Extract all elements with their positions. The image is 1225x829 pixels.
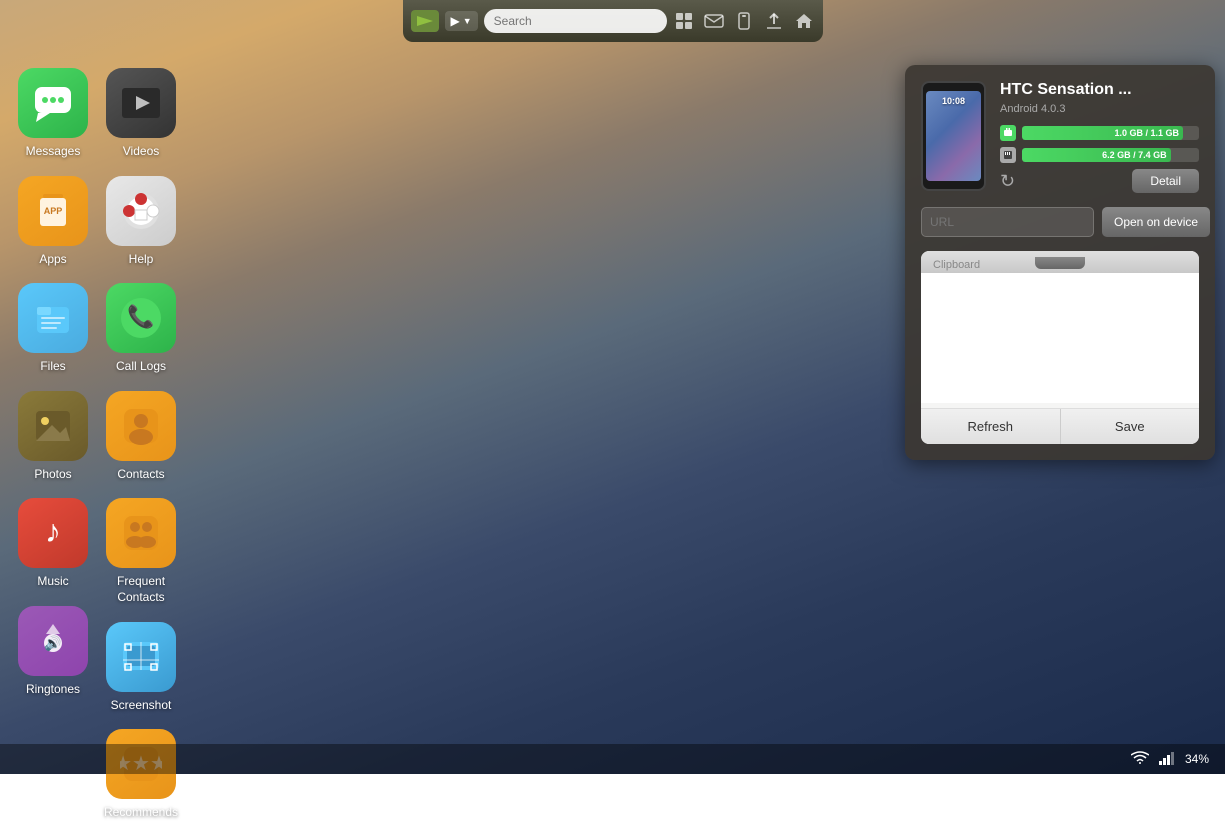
clipboard-label: Clipboard <box>933 259 980 271</box>
grid-icon[interactable] <box>673 10 695 32</box>
recommends-label: Recommends <box>104 805 178 821</box>
toolbar: ▶ ▼ <box>403 0 823 42</box>
clipboard-textarea[interactable] <box>921 273 1199 403</box>
frequentcontacts-label: Frequent Contacts <box>117 574 165 605</box>
wifi-icon <box>1131 751 1149 768</box>
files-icon <box>18 283 88 353</box>
clipboard-clip <box>1035 257 1085 269</box>
store-icon: ▶ <box>451 14 460 28</box>
svg-text:🔊: 🔊 <box>44 634 61 652</box>
ringtones-icon: 🔊 <box>18 606 88 676</box>
app-item-photos[interactable]: Photos <box>10 383 96 491</box>
device-info: 10:08 HTC Sensation ... Android 4.0.3 1.… <box>921 81 1199 193</box>
app-item-music[interactable]: ♪ Music <box>10 490 96 598</box>
clipboard-actions: Refresh Save <box>921 408 1199 444</box>
app-item-videos[interactable]: Videos <box>96 60 186 168</box>
clipboard-section: Clipboard Refresh Save <box>921 251 1199 444</box>
app-col-1: Messages APP Apps <box>10 60 96 829</box>
open-on-device-button[interactable]: Open on device <box>1102 207 1210 237</box>
screenshot-icon <box>106 622 176 692</box>
svg-text:📞: 📞 <box>127 302 155 329</box>
sd-bar-container: 6.2 GB / 7.4 GB <box>1022 148 1199 162</box>
calllogs-icon: 📞 <box>106 283 176 353</box>
device-name: HTC Sensation ... <box>1000 81 1199 99</box>
videos-label: Videos <box>123 144 159 160</box>
app-col-2: Videos Help <box>96 60 186 829</box>
app-columns: Messages APP Apps <box>10 60 186 829</box>
app-item-ringtones[interactable]: 🔊 Ringtones <box>10 598 96 706</box>
phone-icon[interactable] <box>733 10 755 32</box>
clipboard-header: Clipboard <box>921 251 1199 273</box>
ram-bar: 1.0 GB / 1.1 GB <box>1022 126 1183 140</box>
device-screen: 10:08 <box>926 91 981 181</box>
store-dropdown-icon: ▼ <box>463 16 472 26</box>
search-input[interactable] <box>484 9 667 33</box>
refresh-button[interactable]: Refresh <box>921 409 1061 444</box>
device-refresh-icon[interactable]: ↻ <box>1000 171 1015 192</box>
status-bar: 34% <box>0 744 1225 774</box>
home-icon[interactable] <box>793 10 815 32</box>
messages-label: Messages <box>26 144 81 160</box>
svg-text:♪: ♪ <box>45 513 61 549</box>
detail-button[interactable]: Detail <box>1132 169 1199 193</box>
store-button[interactable]: ▶ ▼ <box>445 11 478 31</box>
device-os: Android 4.0.3 <box>1000 103 1199 115</box>
sd-bar: 6.2 GB / 7.4 GB <box>1022 148 1171 162</box>
calllogs-label: Call Logs <box>116 359 166 375</box>
battery-level: 34% <box>1185 752 1209 766</box>
music-label: Music <box>37 574 68 590</box>
contacts-icon <box>106 391 176 461</box>
ram-storage-row: 1.0 GB / 1.1 GB <box>1000 125 1199 141</box>
photos-label: Photos <box>34 467 71 483</box>
photos-icon <box>18 391 88 461</box>
videos-icon <box>106 68 176 138</box>
device-details: HTC Sensation ... Android 4.0.3 1.0 GB /… <box>1000 81 1199 193</box>
url-input[interactable] <box>921 207 1094 237</box>
app-item-files[interactable]: Files <box>10 275 96 383</box>
contacts-label: Contacts <box>117 467 164 483</box>
toolbar-icons <box>673 10 815 32</box>
device-screen-time: 10:08 <box>942 96 965 106</box>
mail-icon[interactable] <box>703 10 725 32</box>
svg-text:APP: APP <box>44 206 63 216</box>
ringtones-label: Ringtones <box>26 682 80 698</box>
app-grid-container: Messages APP Apps <box>10 60 186 829</box>
app-item-help[interactable]: Help <box>96 168 186 276</box>
save-button[interactable]: Save <box>1061 409 1200 444</box>
messages-icon <box>18 68 88 138</box>
files-label: Files <box>40 359 65 375</box>
frequentcontacts-icon <box>106 498 176 568</box>
sd-icon <box>1000 147 1016 163</box>
device-panel: 10:08 HTC Sensation ... Android 4.0.3 1.… <box>905 65 1215 460</box>
app-item-messages[interactable]: Messages <box>10 60 96 168</box>
signal-icon <box>1159 751 1175 768</box>
device-actions: ↻ Detail <box>1000 169 1199 193</box>
sd-storage-row: 6.2 GB / 7.4 GB <box>1000 147 1199 163</box>
music-icon: ♪ <box>18 498 88 568</box>
apps-label: Apps <box>39 252 66 268</box>
app-logo <box>411 10 439 32</box>
url-section: Open on device <box>921 207 1199 237</box>
ram-label: 1.0 GB / 1.1 GB <box>1115 128 1180 138</box>
apps-icon: APP <box>18 176 88 246</box>
app-item-recommends[interactable]: ★★★ Recommends <box>96 721 186 829</box>
sd-label: 6.2 GB / 7.4 GB <box>1102 150 1167 160</box>
app-item-contacts[interactable]: Contacts <box>96 383 186 491</box>
upload-icon[interactable] <box>763 10 785 32</box>
app-item-screenshot[interactable]: Screenshot <box>96 614 186 722</box>
help-label: Help <box>129 252 154 268</box>
ram-icon <box>1000 125 1016 141</box>
screenshot-label: Screenshot <box>111 698 172 714</box>
app-item-calllogs[interactable]: 📞 Call Logs <box>96 275 186 383</box>
app-item-frequentcontacts[interactable]: Frequent Contacts <box>96 490 186 613</box>
help-icon <box>106 176 176 246</box>
ram-bar-container: 1.0 GB / 1.1 GB <box>1022 126 1199 140</box>
device-image: 10:08 <box>921 81 986 191</box>
app-item-apps[interactable]: APP Apps <box>10 168 96 276</box>
